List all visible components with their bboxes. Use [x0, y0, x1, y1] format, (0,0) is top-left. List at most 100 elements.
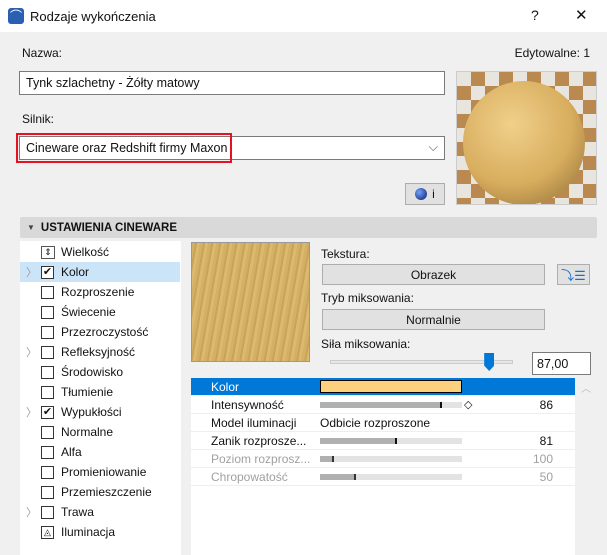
link-diamond-icon[interactable]: ◇ [464, 398, 472, 411]
channel-list: ⇕ Wielkość 〉 ✔ Kolor Rozproszenie Świecenie Prz… [20, 241, 181, 555]
property-value[interactable]: 81 [540, 434, 553, 448]
size-icon: ⇕ [41, 245, 55, 259]
channel-item[interactable]: Normalne [20, 422, 180, 442]
channel-item[interactable]: ◬ Iluminacja [20, 522, 180, 542]
channel-item[interactable]: 〉 ✔ Wypukłości [20, 402, 180, 422]
channel-item[interactable]: 〉 Trawa [20, 502, 180, 522]
property-slider[interactable] [320, 473, 462, 480]
expand-chevron-icon[interactable]: 〉 [26, 404, 37, 420]
cineware-logo-icon [415, 188, 428, 200]
mix-mode-button[interactable]: Normalnie [322, 309, 545, 330]
channel-item[interactable]: Tłumienie [20, 382, 180, 402]
property-value[interactable]: 100 [533, 452, 553, 466]
illumination-icon: ◬ [41, 525, 54, 539]
channel-checkbox[interactable] [41, 425, 54, 439]
name-input[interactable]: Tynk szlachetny - Żółty matowy [19, 71, 445, 95]
property-row[interactable]: Poziom rozprosz... 100 [191, 450, 575, 468]
channel-label: Normalne [61, 425, 114, 439]
channel-item[interactable]: Przezroczystość [20, 322, 180, 342]
property-name: Poziom rozprosz... [211, 451, 311, 466]
load-texture-icon: ⤵☰ [561, 268, 586, 283]
material-preview [456, 71, 597, 205]
property-row[interactable]: Model iluminacji Odbicie rozproszone [191, 414, 575, 432]
channel-checkbox[interactable] [41, 365, 54, 379]
highlight-box [16, 133, 232, 163]
app-logo-icon: ⌒ [8, 8, 24, 24]
channel-item[interactable]: Świecenie [20, 302, 180, 322]
property-table: Kolor Intensywność 86 ◇ Model iluminacji Odbi… [191, 378, 575, 555]
property-name: Model iluminacji [211, 415, 297, 430]
channel-label: Świecenie [61, 305, 116, 319]
cineware-info-button[interactable]: i [405, 183, 445, 205]
property-value[interactable]: 86 [540, 398, 553, 412]
section-title: USTAWIENIA CINEWARE [40, 221, 178, 234]
property-slider[interactable] [320, 401, 462, 408]
property-name: Kolor [211, 379, 240, 394]
property-slider[interactable] [320, 437, 462, 444]
channel-item[interactable]: Promieniowanie [20, 462, 180, 482]
expand-chevron-icon[interactable]: 〉 [26, 264, 37, 280]
channel-checkbox[interactable] [41, 385, 54, 399]
close-button[interactable]: ✕ [575, 6, 588, 24]
property-value[interactable]: 50 [540, 470, 553, 484]
mix-mode-label: Tryb miksowania: [321, 291, 414, 305]
channel-label: Refleksyjność [61, 345, 136, 359]
load-texture-button[interactable]: ⤵☰ [557, 264, 590, 285]
channel-item[interactable]: 〉 Refleksyjność [20, 342, 180, 362]
help-button[interactable]: ? [531, 7, 539, 23]
property-row[interactable]: Intensywność 86 ◇ [191, 396, 575, 414]
slider-thumb[interactable] [484, 353, 495, 371]
channel-checkbox[interactable]: ✔ [41, 405, 54, 419]
channel-item[interactable]: Rozproszenie [20, 282, 180, 302]
property-row[interactable]: Zanik rozprosze... 81 [191, 432, 575, 450]
property-row[interactable]: Chropowatość 50 [191, 468, 575, 486]
property-value[interactable]: Odbicie rozproszone [320, 416, 430, 430]
property-name: Chropowatość [211, 469, 288, 484]
channel-label: Iluminacja [61, 525, 116, 539]
color-swatch[interactable] [320, 380, 462, 393]
name-label: Nazwa: [22, 46, 63, 60]
channel-label: Przemieszczenie [61, 485, 152, 499]
channel-checkbox[interactable] [41, 505, 54, 519]
channel-checkbox[interactable]: ✔ [41, 265, 54, 279]
channel-label: Trawa [61, 505, 94, 519]
channel-item[interactable]: 〉 ✔ Kolor [20, 262, 180, 282]
property-name: Intensywność [211, 397, 284, 412]
property-slider[interactable] [320, 455, 462, 462]
channel-label: Przezroczystość [61, 325, 149, 339]
channel-item[interactable]: ⇕ Wielkość [20, 242, 180, 262]
channel-label: Rozproszenie [61, 285, 135, 299]
texture-swatch [191, 242, 310, 362]
title-bar: ⌒ Rodzaje wykończenia ? ✕ [0, 0, 607, 32]
channel-item[interactable]: Przemieszczenie [20, 482, 180, 502]
property-row[interactable]: Kolor [191, 378, 575, 396]
channel-checkbox[interactable] [41, 465, 54, 479]
mix-strength-label: Siła miksowania: [321, 337, 411, 351]
texture-label: Tekstura: [321, 247, 370, 261]
texture-button[interactable]: Obrazek [322, 264, 545, 285]
editable-count: Edytowalne: 1 [514, 46, 590, 60]
chevron-down-icon: ⌵ [428, 140, 438, 154]
channel-item[interactable]: Środowisko [20, 362, 180, 382]
window-title: Rodzaje wykończenia [30, 9, 156, 24]
channel-checkbox[interactable] [41, 325, 54, 339]
channel-checkbox[interactable] [41, 485, 54, 499]
channel-item[interactable]: Alfa [20, 442, 180, 462]
scroll-up-icon[interactable]: ︿ [581, 380, 591, 395]
channel-checkbox[interactable] [41, 305, 54, 319]
collapse-triangle-icon: ▼ [27, 223, 35, 232]
channel-label: Wypukłości [61, 405, 122, 419]
channel-checkbox[interactable] [41, 345, 54, 359]
preview-sphere [463, 81, 585, 204]
mix-strength-input[interactable]: 87,00 [532, 352, 591, 375]
scrollbar[interactable]: ︿ [575, 378, 597, 555]
engine-label: Silnik: [22, 112, 55, 126]
expand-chevron-icon[interactable]: 〉 [26, 504, 37, 520]
expand-chevron-icon[interactable]: 〉 [26, 344, 37, 360]
channel-label: Środowisko [61, 365, 124, 379]
channel-checkbox[interactable] [41, 445, 54, 459]
channel-label: Tłumienie [61, 385, 114, 399]
section-header[interactable]: ▼ USTAWIENIA CINEWARE [20, 217, 597, 238]
channel-label: Alfa [61, 445, 82, 459]
channel-checkbox[interactable] [41, 285, 54, 299]
